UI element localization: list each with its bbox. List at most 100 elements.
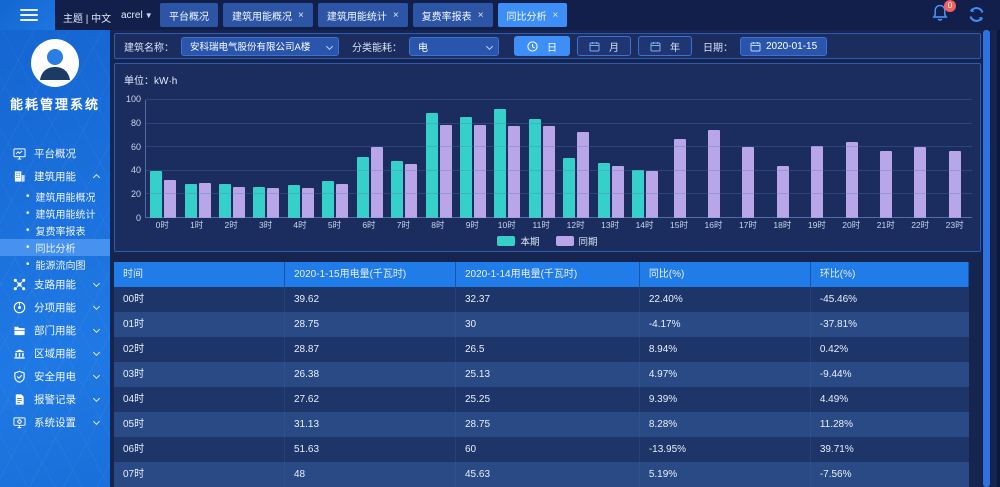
top-bar: 主题 | 中文 acrel▼ 平台概况建筑用能概况×建筑用能统计×复费率报表×同… — [0, 0, 1000, 30]
table-cell: 39.62 — [285, 287, 456, 312]
table-cell: 28.75 — [456, 412, 640, 437]
sidebar-subitem-label: 同比分析 — [36, 240, 76, 255]
sidebar-subitem-label: 复费率报表 — [36, 223, 86, 238]
gridline-0: 0 — [146, 217, 972, 218]
tab-2[interactable]: 建筑用能统计 × — [318, 3, 408, 27]
table-cell: -37.81% — [811, 312, 969, 337]
tab-label: 复费率报表 — [422, 8, 472, 23]
refresh-icon[interactable] — [967, 5, 986, 24]
sidebar-subitem-3[interactable]: •建筑用能统计 — [0, 205, 110, 222]
table-row[interactable]: 01时28.7530-4.17%-37.81% — [114, 312, 969, 337]
bar-group-0时 — [146, 100, 180, 218]
tab-4[interactable]: 同比分析 × — [498, 3, 568, 27]
legend-item-本期[interactable]: 本期 — [497, 234, 539, 248]
x-axis-tick-label: 8时 — [421, 219, 455, 231]
legend-item-同期[interactable]: 同期 — [556, 234, 598, 248]
avatar[interactable] — [31, 39, 79, 87]
comparison-chart-panel: 单位：kW·h 020406080100 0时1时2时3时4时5时6时7时8时9… — [114, 63, 981, 252]
tab-label: 平台概况 — [169, 8, 209, 23]
scrollbar-thumb[interactable] — [983, 30, 990, 487]
table-row[interactable]: 07时4845.635.19%-7.56% — [114, 462, 969, 487]
branch-energy-icon — [13, 278, 26, 291]
bar-同期-11时 — [543, 126, 555, 218]
sidebar-item-label: 支路用能 — [34, 277, 76, 292]
tab-close-icon[interactable]: × — [298, 10, 304, 21]
bullet-icon: • — [26, 191, 30, 202]
bullet-icon: • — [26, 242, 30, 253]
tab-label: 建筑用能统计 — [327, 8, 387, 23]
tab-1[interactable]: 建筑用能概况× — [223, 3, 313, 27]
table-row[interactable]: 00时39.6232.3722.40%-45.46% — [114, 287, 969, 312]
table-cell: 39.71% — [811, 437, 969, 462]
clock-icon — [527, 41, 538, 52]
comparison-table: 时间2020-1-15用电量(千瓦时)2020-1-14用电量(千瓦时)同比(%… — [114, 262, 969, 487]
x-axis-tick-label: 18时 — [765, 219, 799, 231]
tab-bar: 平台概况建筑用能概况× 建筑用能统计 × 复费率报表 × 同比分析 × — [160, 3, 567, 27]
sidebar-subitem-2[interactable]: •建筑用能概况 — [0, 188, 110, 205]
tab-close-icon[interactable]: × — [478, 10, 484, 21]
table-row[interactable]: 03时26.3825.134.97%-9.44% — [114, 362, 969, 387]
table-header-cell: 2020-1-15用电量(千瓦时) — [285, 262, 456, 287]
table-cell: 8.94% — [640, 337, 811, 362]
sidebar-item-1[interactable]: 建筑用能 — [0, 165, 110, 188]
bar-同期-20时 — [846, 142, 858, 218]
day-granularity-button[interactable]: 日 — [514, 36, 570, 56]
tab-3[interactable]: 复费率报表 × — [413, 3, 493, 27]
date-picker[interactable]: 2020-01-15 — [740, 37, 827, 56]
month-granularity-button[interactable]: 月 — [577, 36, 631, 56]
bar-同期-19时 — [811, 146, 823, 218]
chevron-down-icon — [93, 372, 100, 379]
building-select[interactable]: 安科瑞电气股份有限公司A楼 — [181, 37, 339, 56]
sidebar-subitem-5[interactable]: • 同比分析 — [0, 239, 110, 256]
table-row[interactable]: 04时27.6225.259.39%4.49% — [114, 387, 969, 412]
vertical-scrollbar[interactable] — [982, 30, 991, 487]
x-axis-tick-label: 15时 — [662, 219, 696, 231]
x-axis-tick-label: 6时 — [352, 219, 386, 231]
table-cell: 30 — [456, 312, 640, 337]
subentry-energy-icon — [13, 301, 26, 314]
year-granularity-button[interactable]: 年 — [638, 36, 692, 56]
x-axis-tick-label: 16时 — [696, 219, 730, 231]
tab-label: 同比分析 — [507, 8, 547, 23]
tab-0[interactable]: 平台概况 — [160, 3, 218, 27]
bar-group-13时 — [593, 100, 627, 218]
sidebar-item-13[interactable]: 系统设置 — [0, 411, 110, 434]
legend-label: 同期 — [579, 234, 598, 248]
tab-close-icon[interactable]: × — [393, 10, 399, 21]
y-axis-tick-label: 60 — [131, 142, 141, 152]
bar-本期-4时 — [288, 185, 300, 218]
hamburger-menu-icon[interactable] — [20, 9, 38, 21]
table-cell: 45.63 — [456, 462, 640, 487]
bar-同期-23时 — [949, 151, 961, 218]
table-row[interactable]: 02时28.8726.58.94%0.42% — [114, 337, 969, 362]
sidebar-item-10[interactable]: 区域用能 — [0, 342, 110, 365]
table-cell: -45.46% — [811, 287, 969, 312]
table-row[interactable]: 06时51.6360-13.95%39.71% — [114, 437, 969, 462]
sidebar-item-11[interactable]: 安全用电 — [0, 365, 110, 388]
x-axis-tick-label: 5时 — [317, 219, 351, 231]
table-row[interactable]: 05时31.1328.758.28%11.28% — [114, 412, 969, 437]
theme-language-label[interactable]: 主题 | 中文 — [63, 10, 111, 25]
sidebar-item-9[interactable]: 部门用能 — [0, 319, 110, 342]
bar-本期-1时 — [185, 184, 197, 218]
sidebar-item-7[interactable]: 支路用能 — [0, 273, 110, 296]
bar-group-22时 — [903, 100, 937, 218]
sidebar-item-8[interactable]: 分项用能 — [0, 296, 110, 319]
bar-group-8时 — [421, 100, 455, 218]
chevron-down-icon: ▼ — [145, 11, 153, 20]
legend-swatch — [556, 236, 574, 246]
sidebar-item-0[interactable]: 平台概况 — [0, 142, 110, 165]
sidebar-subitem-4[interactable]: •复费率报表 — [0, 222, 110, 239]
table-cell: 26.38 — [285, 362, 456, 387]
notification-bell-icon[interactable]: 0 — [931, 3, 951, 25]
sidebar-item-12[interactable]: 报警记录 — [0, 388, 110, 411]
table-cell: 28.75 — [285, 312, 456, 337]
bullet-icon: • — [26, 259, 30, 270]
energy-type-select[interactable]: 电 — [409, 37, 499, 56]
chart-unit-label: 单位：kW·h — [124, 72, 177, 87]
tab-close-icon[interactable]: × — [553, 10, 559, 21]
bar-同期-18时 — [777, 166, 789, 218]
user-menu[interactable]: acrel▼ — [121, 10, 153, 21]
sidebar-subitem-6[interactable]: •能源流向图 — [0, 256, 110, 273]
chart-legend: 本期 同期 — [115, 234, 980, 248]
